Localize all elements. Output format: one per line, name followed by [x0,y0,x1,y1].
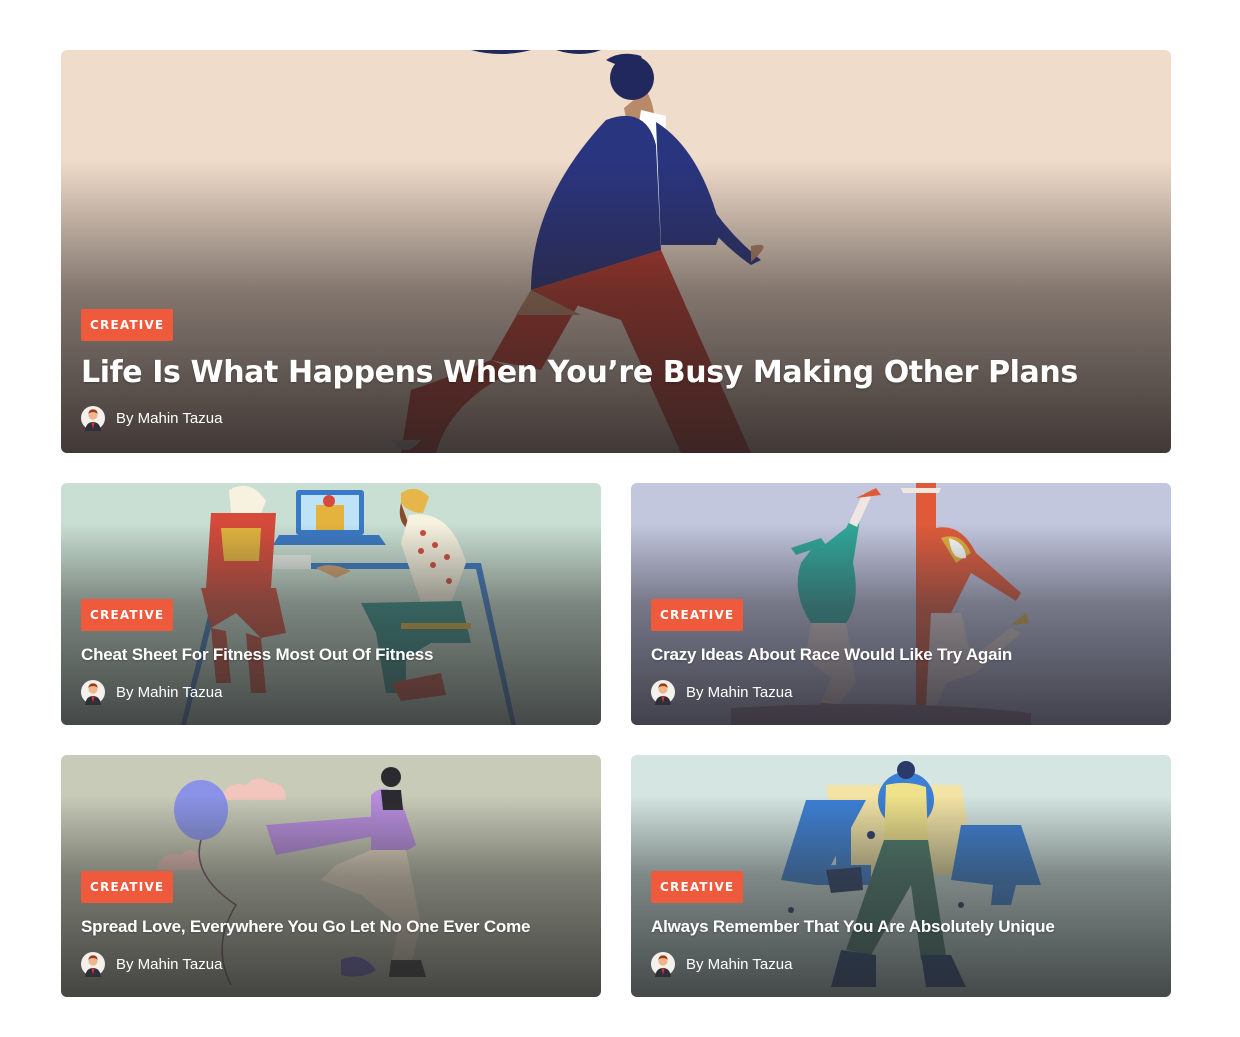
post-title[interactable]: Crazy Ideas About Race Would Like Try Ag… [651,645,1151,665]
post-card[interactable]: CREATIVE Crazy Ideas About Race Would Li… [631,483,1171,725]
category-badge[interactable]: CREATIVE [651,599,744,631]
post-card[interactable]: CREATIVE Spread Love, Everywhere You Go … [61,755,601,997]
post-card[interactable]: CREATIVE Cheat Sheet For Fitness Most Ou… [61,483,601,725]
avatar [651,951,675,977]
category-badge[interactable]: CREATIVE [651,871,744,903]
category-badge[interactable]: CREATIVE [81,599,174,631]
avatar [81,679,105,705]
category-badge[interactable]: CREATIVE [81,871,174,903]
avatar [81,951,105,977]
author-name[interactable]: By Mahin Tazua [686,684,792,701]
post-title[interactable]: Cheat Sheet For Fitness Most Out Of Fitn… [81,645,581,665]
author-name[interactable]: By Mahin Tazua [686,956,792,973]
post-author[interactable]: By Mahin Tazua [81,951,222,977]
post-author[interactable]: By Mahin Tazua [81,405,222,431]
post-author[interactable]: By Mahin Tazua [651,951,792,977]
author-name[interactable]: By Mahin Tazua [116,684,222,701]
post-author[interactable]: By Mahin Tazua [651,679,792,705]
category-badge[interactable]: CREATIVE [81,309,174,341]
avatar [651,679,675,705]
author-name[interactable]: By Mahin Tazua [116,956,222,973]
avatar [81,405,105,431]
post-title[interactable]: Always Remember That You Are Absolutely … [651,917,1151,937]
post-card[interactable]: CREATIVE Always Remember That You Are Ab… [631,755,1171,997]
post-title[interactable]: Life Is What Happens When You’re Busy Ma… [81,355,1151,390]
post-author[interactable]: By Mahin Tazua [81,679,222,705]
post-title[interactable]: Spread Love, Everywhere You Go Let No On… [81,917,581,937]
featured-post-card[interactable]: CREATIVE Life Is What Happens When You’r… [61,50,1171,453]
author-name[interactable]: By Mahin Tazua [116,410,222,427]
